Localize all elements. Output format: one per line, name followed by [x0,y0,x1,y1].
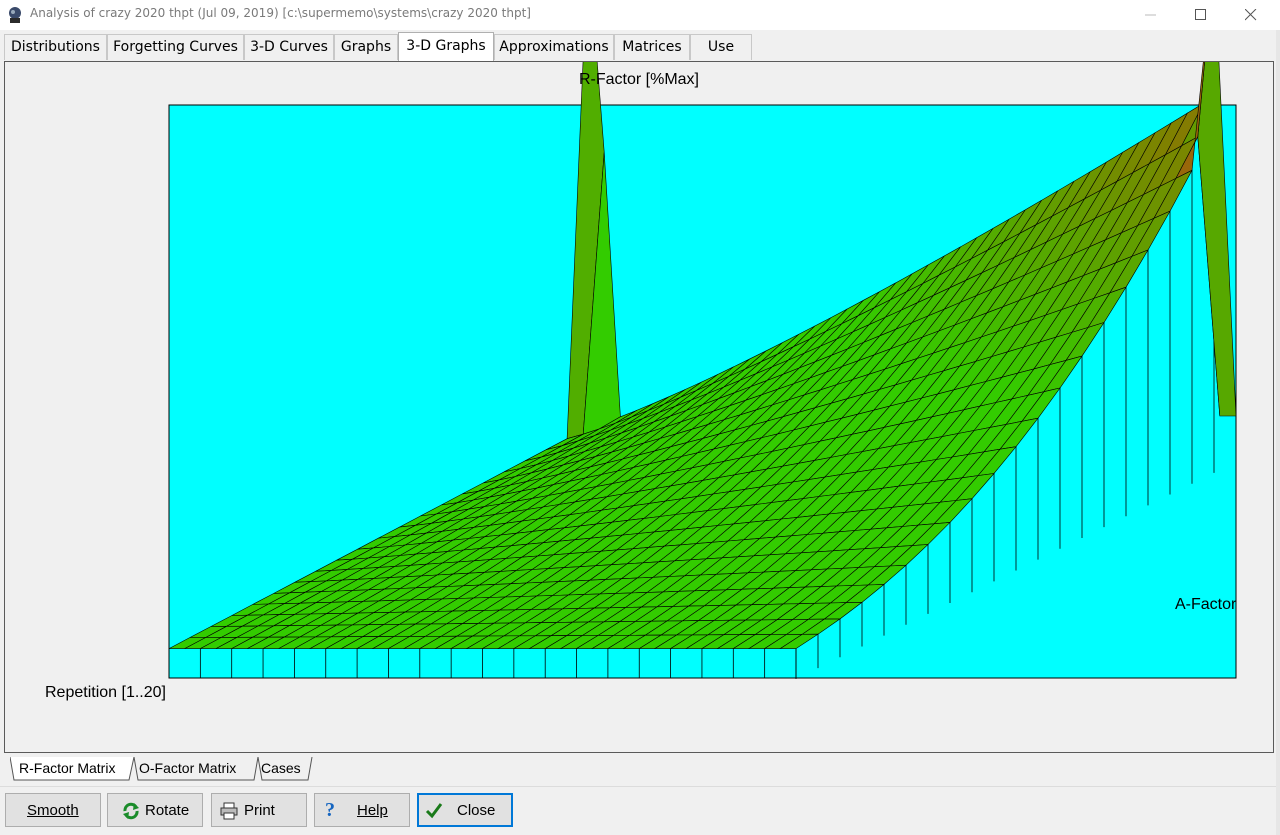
tab-label: Matrices [622,39,682,55]
3d-graph[interactable]: R-Factor [%Max] A-Factor Repetition [1..… [5,62,1273,752]
maximize-icon [1195,9,1206,20]
subtab-label: R-Factor Matrix [19,760,116,776]
tab-label: Distributions [11,39,100,55]
tab-label: Approximations [499,39,609,55]
maximize-button[interactable] [1178,0,1224,30]
subtab-r-factor-matrix[interactable]: R-Factor Matrix [13,757,121,781]
rotate-button[interactable]: Rotate [107,793,203,827]
minimize-icon [1145,14,1156,16]
app-icon [9,7,21,23]
tab-approximations[interactable]: Approximations [494,34,614,60]
tab-distributions[interactable]: Distributions [4,34,107,60]
window-edge [1276,30,1280,835]
title-bar: Analysis of crazy 2020 thpt (Jul 09, 201… [0,0,1280,30]
x-axis-label: A-Factor [1175,596,1237,613]
tab-label: 3-D Curves [250,39,328,55]
printer-icon [220,802,238,820]
subtab-cases[interactable]: Cases [255,757,307,781]
question-mark-icon: ? [325,799,335,821]
tab-forgetting-curves[interactable]: Forgetting Curves [107,34,244,60]
main-tab-bar: Distributions Forgetting Curves 3-D Curv… [0,32,1280,61]
divider [0,786,1280,787]
tab-label: Forgetting Curves [113,39,238,55]
tab-label: Graphs [340,39,392,55]
graph-title: R-Factor [%Max] [579,71,699,88]
close-button[interactable]: Close [417,793,513,827]
minimize-button[interactable] [1128,0,1174,30]
close-icon [1245,9,1257,21]
subtab-label: Cases [261,760,301,776]
subtab-o-factor-matrix[interactable]: O-Factor Matrix [133,757,242,781]
window-title: Analysis of crazy 2020 thpt (Jul 09, 201… [30,6,531,20]
smooth-button[interactable]: Smooth [5,793,101,827]
print-label: Print [244,802,275,819]
rotate-label: Rotate [145,802,190,819]
tab-use[interactable]: Use [690,34,752,60]
tab-3d-graphs[interactable]: 3-D Graphs [398,32,494,61]
graph-panel: R-Factor [%Max] A-Factor Repetition [1..… [4,61,1274,753]
tab-graphs[interactable]: Graphs [334,34,398,60]
print-button[interactable]: Print [211,793,307,827]
smooth-label: Smooth [27,802,79,819]
help-label: Help [357,802,388,819]
y-axis-label: Repetition [1..20] [45,684,166,701]
refresh-icon [123,802,139,820]
checkmark-icon [425,803,443,819]
close-window-button[interactable] [1228,0,1274,30]
close-label: Close [457,802,496,819]
tab-matrices[interactable]: Matrices [614,34,690,60]
help-button[interactable]: ? Help [314,793,410,827]
subtab-label: O-Factor Matrix [139,760,237,776]
tab-label: Use [707,39,735,55]
tab-label: 3-D Graphs [406,38,486,54]
tab-3d-curves[interactable]: 3-D Curves [244,34,334,60]
